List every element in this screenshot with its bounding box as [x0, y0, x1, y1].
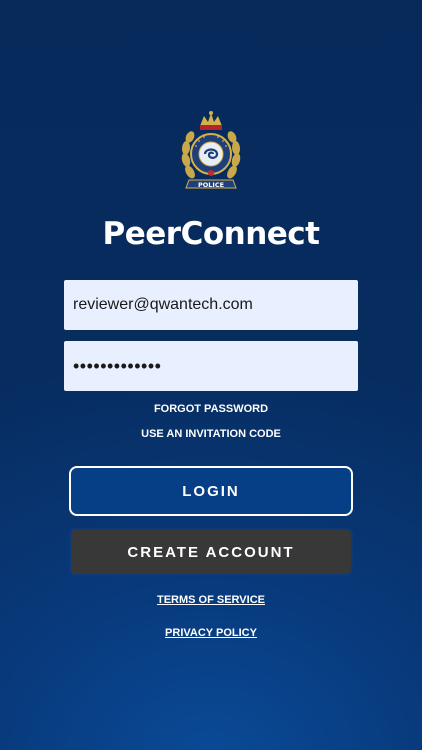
email-field[interactable] [64, 280, 358, 330]
privacy-policy-link[interactable]: PRIVACY POLICY [0, 627, 422, 639]
login-screen: POLICE PeerConnect FORGOT PASSWORD USE A… [0, 0, 422, 750]
create-account-button-label: CREATE ACCOUNT [127, 543, 295, 561]
password-field[interactable] [64, 341, 358, 391]
email-input[interactable] [73, 296, 349, 314]
forgot-password-link[interactable]: FORGOT PASSWORD [0, 403, 422, 415]
app-title: PeerConnect [102, 216, 320, 252]
password-input[interactable] [73, 355, 349, 377]
invitation-code-link[interactable]: USE AN INVITATION CODE [0, 428, 422, 440]
crest-banner-text: POLICE [198, 181, 224, 189]
login-button-label: LOGIN [182, 482, 240, 500]
police-crest-icon: POLICE [181, 111, 241, 189]
create-account-button[interactable]: CREATE ACCOUNT [69, 528, 353, 576]
login-button[interactable]: LOGIN [69, 466, 353, 516]
terms-of-service-link[interactable]: TERMS OF SERVICE [0, 594, 422, 606]
